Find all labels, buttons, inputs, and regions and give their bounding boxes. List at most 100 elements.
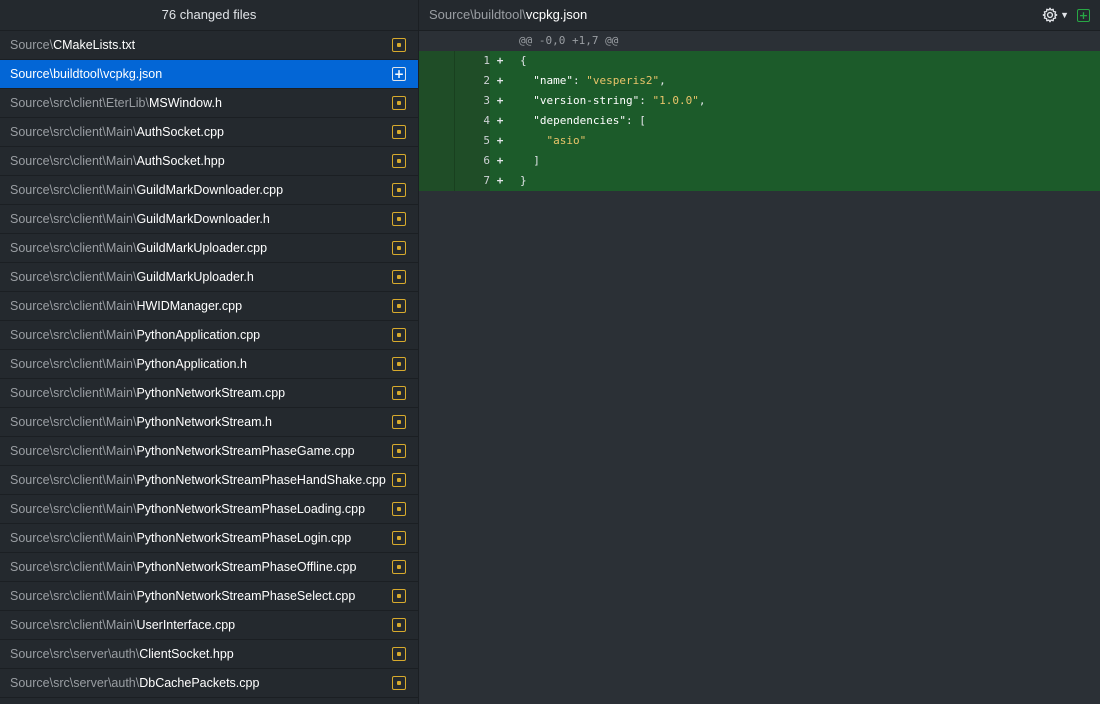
file-dir: Source\src\client\Main\ <box>10 560 137 574</box>
file-row[interactable]: Source\src\client\EterLib\MSWindow.h <box>0 89 418 118</box>
diff-lines: 1 + {2 + "name": "vesperis2", 3 + "version-st… <box>419 51 1100 191</box>
file-path: Source\src\client\Main\PythonNetworkStre… <box>10 502 392 516</box>
expand-diff-button[interactable]: + <box>1077 8 1090 22</box>
file-name: PythonApplication.cpp <box>136 328 261 342</box>
code-line: "dependencies": [ <box>533 114 646 127</box>
diff-marker: + <box>496 74 504 87</box>
file-path: Source\src\client\Main\PythonApplication… <box>10 328 392 342</box>
code-line: "asio" <box>546 134 587 147</box>
file-name: PythonNetworkStream.h <box>136 415 272 429</box>
file-modified-icon <box>392 531 406 545</box>
new-line-number: 5 <box>455 131 490 151</box>
diff-marker: + <box>496 174 504 187</box>
diff-line-added: 7 +} <box>419 171 1100 191</box>
diff-line-added: 4 + "dependencies": [ <box>419 111 1100 131</box>
file-dir: Source\src\client\Main\ <box>10 444 137 458</box>
old-line-number <box>419 111 455 131</box>
file-dir: Source\src\client\Main\ <box>10 502 137 516</box>
file-row[interactable]: Source\src\client\Main\PythonNetworkStre… <box>0 495 418 524</box>
new-line-number: 7 <box>455 171 490 191</box>
file-modified-icon <box>392 125 406 139</box>
changed-files-list: Source\CMakeLists.txt Source\buildtool\vc… <box>0 31 418 698</box>
file-row[interactable]: Source\src\client\Main\PythonNetworkStre… <box>0 524 418 553</box>
file-row[interactable]: Source\CMakeLists.txt <box>0 31 418 60</box>
hunk-header-row: @@ -0,0 +1,7 @@ <box>419 31 1100 51</box>
file-dir: Source\src\client\Main\ <box>10 386 137 400</box>
file-row[interactable]: Source\src\client\Main\PythonApplication… <box>0 350 418 379</box>
file-name: AuthSocket.cpp <box>136 125 224 139</box>
file-modified-icon <box>392 502 406 516</box>
file-row[interactable]: Source\src\client\Main\GuildMarkUploader… <box>0 263 418 292</box>
file-modified-icon <box>392 154 406 168</box>
file-path: Source\src\client\Main\GuildMarkDownload… <box>10 212 392 226</box>
file-path: Source\src\client\Main\PythonNetworkStre… <box>10 589 392 603</box>
diff-file-name: vcpkg.json <box>525 7 588 22</box>
file-row[interactable]: Source\buildtool\vcpkg.json + <box>0 60 418 89</box>
file-row[interactable]: Source\src\client\Main\AuthSocket.hpp <box>0 147 418 176</box>
file-dir: Source\src\client\Main\ <box>10 154 137 168</box>
old-line-number <box>419 91 455 111</box>
file-path: Source\src\server\auth\DbCachePackets.cp… <box>10 676 392 690</box>
file-modified-icon <box>392 241 406 255</box>
file-row[interactable]: Source\src\client\Main\PythonNetworkStre… <box>0 582 418 611</box>
file-row[interactable]: Source\src\client\Main\PythonNetworkStre… <box>0 553 418 582</box>
file-path: Source\src\client\Main\PythonNetworkStre… <box>10 386 392 400</box>
file-row[interactable]: Source\src\client\Main\PythonNetworkStre… <box>0 466 418 495</box>
file-path: Source\src\client\Main\PythonNetworkStre… <box>10 473 392 487</box>
file-row[interactable]: Source\src\client\Main\PythonApplication… <box>0 321 418 350</box>
file-name: PythonApplication.h <box>136 357 247 371</box>
file-name: GuildMarkDownloader.cpp <box>136 183 284 197</box>
file-added-icon: + <box>392 67 406 81</box>
hunk-header: @@ -0,0 +1,7 @@ <box>519 34 619 47</box>
diff-line-added: 2 + "name": "vesperis2", <box>419 71 1100 91</box>
file-name: AuthSocket.hpp <box>136 154 225 168</box>
file-name: GuildMarkUploader.h <box>136 270 254 284</box>
diff-pane: Source\buildtool\vcpkg.json ▼ + @@ -0,0 … <box>419 0 1100 704</box>
diff-line-added: 5 + "asio" <box>419 131 1100 151</box>
file-modified-icon <box>392 647 406 661</box>
file-dir: Source\src\client\Main\ <box>10 589 137 603</box>
code-line: } <box>520 174 527 187</box>
file-row[interactable]: Source\src\server\auth\ClientSocket.hpp <box>0 640 418 669</box>
file-row[interactable]: Source\src\client\Main\GuildMarkDownload… <box>0 205 418 234</box>
file-dir: Source\src\server\auth\ <box>10 676 140 690</box>
diff-settings-button[interactable]: ▼ <box>1042 0 1069 30</box>
file-row[interactable]: Source\src\client\Main\GuildMarkDownload… <box>0 176 418 205</box>
file-modified-icon <box>392 676 406 690</box>
file-modified-icon <box>392 618 406 632</box>
chevron-down-icon: ▼ <box>1060 10 1069 20</box>
file-path: Source\src\client\Main\UserInterface.cpp <box>10 618 392 632</box>
file-name: GuildMarkDownloader.h <box>136 212 270 226</box>
file-dir: Source\src\server\auth\ <box>10 647 140 661</box>
file-path: Source\buildtool\vcpkg.json <box>10 67 392 81</box>
gear-icon <box>1042 7 1058 23</box>
file-modified-icon <box>392 415 406 429</box>
new-line-number: 4 <box>455 111 490 131</box>
diff-line-added: 1 + { <box>419 51 1100 71</box>
file-path: Source\src\client\Main\GuildMarkUploader… <box>10 270 392 284</box>
code-line: { <box>520 54 527 67</box>
file-row[interactable]: Source\src\client\Main\PythonNetworkStre… <box>0 379 418 408</box>
file-dir: Source\src\client\Main\ <box>10 299 137 313</box>
file-row[interactable]: Source\src\client\Main\UserInterface.cpp <box>0 611 418 640</box>
file-path: Source\src\client\EterLib\MSWindow.h <box>10 96 392 110</box>
file-path: Source\src\client\Main\AuthSocket.hpp <box>10 154 392 168</box>
diff-line-added: 6 + ] <box>419 151 1100 171</box>
new-line-number: 2 <box>455 71 490 91</box>
file-dir: Source\src\client\EterLib\ <box>10 96 149 110</box>
file-path: Source\src\client\Main\GuildMarkUploader… <box>10 241 392 255</box>
file-name: PythonNetworkStream.cpp <box>136 386 286 400</box>
file-name: HWIDManager.cpp <box>136 299 243 313</box>
file-row[interactable]: Source\src\client\Main\PythonNetworkStre… <box>0 437 418 466</box>
diff-marker: + <box>496 134 504 147</box>
file-row[interactable]: Source\src\client\Main\HWIDManager.cpp <box>0 292 418 321</box>
file-dir: Source\src\client\Main\ <box>10 270 137 284</box>
file-modified-icon <box>392 386 406 400</box>
file-row[interactable]: Source\src\server\auth\DbCachePackets.cp… <box>0 669 418 698</box>
file-row[interactable]: Source\src\client\Main\AuthSocket.cpp <box>0 118 418 147</box>
file-dir: Source\src\client\Main\ <box>10 328 137 342</box>
old-line-number <box>419 71 455 91</box>
file-row[interactable]: Source\src\client\Main\GuildMarkUploader… <box>0 234 418 263</box>
file-modified-icon <box>392 270 406 284</box>
file-row[interactable]: Source\src\client\Main\PythonNetworkStre… <box>0 408 418 437</box>
